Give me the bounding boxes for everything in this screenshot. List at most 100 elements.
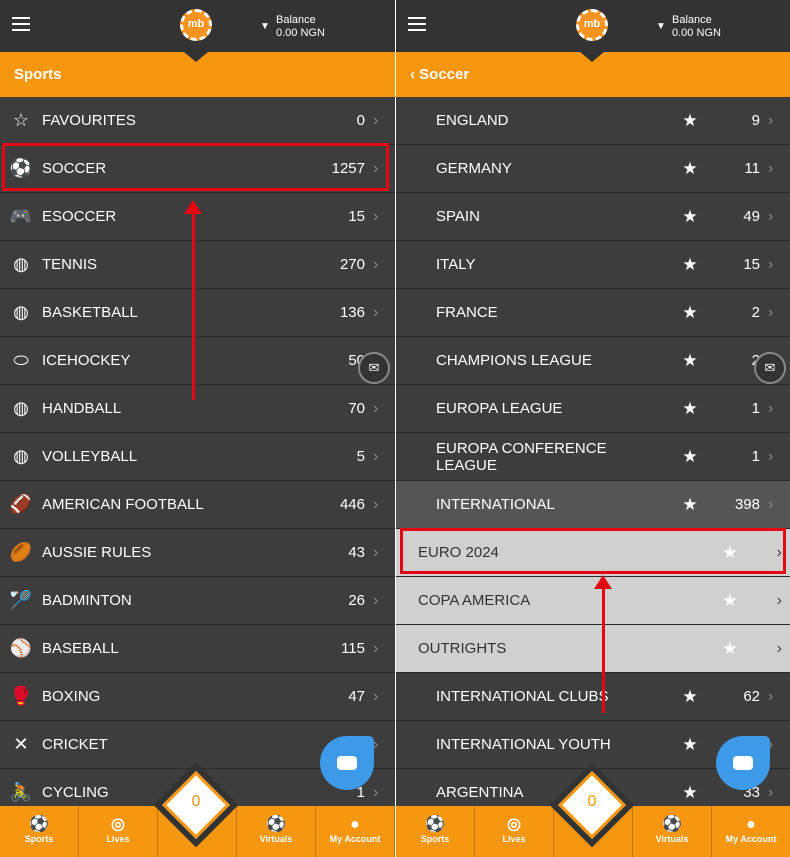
league-item-europa-conference-league[interactable]: EUROPA CONFERENCE LEAGUE ★ 1 › (396, 433, 790, 481)
sport-item-favourites[interactable]: ☆ FAVOURITES 0 › (0, 97, 395, 145)
sport-item-icehockey[interactable]: ⬭ICEHOCKEY50› (0, 337, 395, 385)
league-item-international[interactable]: INTERNATIONAL ★ 398 › (396, 481, 790, 529)
chevron-right-icon: › (373, 783, 379, 801)
favourite-star-icon[interactable]: ★ (660, 783, 720, 803)
favourite-star-icon[interactable]: ★ (700, 591, 760, 611)
logo[interactable]: mb (576, 9, 608, 41)
sport-item-american-football[interactable]: 🏈 AMERICAN FOOTBALL 446 › (0, 481, 395, 529)
league-item-outrights[interactable]: OUTRIGHTS ★ › (396, 625, 790, 673)
nav-virtuals[interactable]: ⚽ Virtuals (633, 806, 712, 857)
live-icon: ◎ (507, 816, 521, 833)
item-label: AMERICAN FOOTBALL (42, 496, 204, 513)
nav-virtuals[interactable]: ⚽ Virtuals (237, 806, 316, 857)
sport-item-baseball[interactable]: ⚾ BASEBALL 115 › (0, 625, 395, 673)
item-count: 26 (348, 592, 365, 609)
chevron-right-icon: › (768, 303, 774, 321)
favourite-star-icon[interactable]: ★ (700, 639, 760, 659)
nav-lives[interactable]: ◎ Lives (79, 806, 158, 857)
chevron-right-icon: › (768, 255, 774, 273)
league-item-champions-league[interactable]: CHAMPIONS LEAGUE★2› (396, 337, 790, 385)
star-outline-icon: ☆ (12, 110, 30, 130)
favourite-star-icon[interactable]: ★ (660, 159, 720, 179)
sport-item-aussie-rules[interactable]: 🏉 AUSSIE RULES 43 › (0, 529, 395, 577)
item-count: 43 (348, 544, 365, 561)
sport-item-handball[interactable]: ◍ HANDBALL 70 › (0, 385, 395, 433)
chevron-right-icon: › (373, 639, 379, 657)
favourite-star-icon[interactable]: ★ (660, 687, 720, 707)
chevron-right-icon: › (373, 447, 379, 465)
league-item-international-clubs[interactable]: INTERNATIONAL CLUBS ★ 62 › (396, 673, 790, 721)
chat-icon[interactable] (320, 736, 374, 790)
league-item-europa-league[interactable]: EUROPA LEAGUE ★ 1 › (396, 385, 790, 433)
item-count: 70 (348, 400, 365, 417)
nav-lives[interactable]: ◎ Lives (475, 806, 554, 857)
item-label: COPA AMERICA (418, 592, 531, 609)
live-icon: ◎ (111, 816, 125, 833)
nav-label: Sports (420, 834, 450, 844)
item-count: 62 (743, 688, 760, 705)
shuttlecock-icon: 🏸 (9, 590, 33, 610)
favourite-star-icon[interactable]: ★ (660, 399, 720, 419)
betslip-count: 0 (191, 793, 201, 810)
sport-item-basketball[interactable]: ◍ BASKETBALL 136 › (0, 289, 395, 337)
league-item-italy[interactable]: ITALY ★ 15 › (396, 241, 790, 289)
item-label: ENGLAND (436, 112, 509, 129)
item-label: EUROPA LEAGUE (436, 400, 563, 417)
nav-sports[interactable]: ⚽ Sports (396, 806, 475, 857)
league-item-france[interactable]: FRANCE ★ 2 › (396, 289, 790, 337)
chevron-right-icon: › (373, 255, 379, 273)
balance-toggle[interactable]: ▼ Balance 0.00 NGN (656, 14, 721, 40)
item-count: 136 (339, 304, 365, 321)
item-label: INTERNATIONAL YOUTH (436, 736, 611, 753)
back-icon[interactable]: ‹ (410, 66, 419, 83)
menu-icon[interactable] (12, 17, 30, 31)
favourite-star-icon[interactable]: ★ (660, 111, 720, 131)
nav-label: My Account (725, 834, 777, 844)
item-count: 1 (751, 400, 760, 417)
soccer-panel: mb ▼ Balance 0.00 NGN ‹ Soccer ENGLAND ★ 9 › GERM… (395, 0, 790, 857)
sport-item-boxing[interactable]: 🥊 BOXING 47 › (0, 673, 395, 721)
mail-icon[interactable]: ✉ (754, 352, 786, 384)
chevron-right-icon: › (776, 591, 782, 609)
nav-my-account[interactable]: ● My Account (712, 806, 790, 857)
cycling-icon: 🚴 (9, 782, 33, 802)
favourite-star-icon[interactable]: ★ (660, 303, 720, 323)
header-notch (184, 52, 208, 62)
league-item-germany[interactable]: GERMANY ★ 11 › (396, 145, 790, 193)
league-item-england[interactable]: ENGLAND ★ 9 › (396, 97, 790, 145)
favourite-star-icon[interactable]: ★ (660, 351, 720, 371)
chevron-right-icon: › (768, 399, 774, 417)
league-item-copa-america[interactable]: COPA AMERICA ★ › (396, 577, 790, 625)
sport-item-badminton[interactable]: 🏸 BADMINTON 26 › (0, 577, 395, 625)
balance-toggle[interactable]: ▼ Balance 0.00 NGN (260, 14, 325, 40)
chevron-right-icon: › (373, 687, 379, 705)
mail-icon[interactable]: ✉ (358, 352, 390, 384)
sport-item-tennis[interactable]: ◍ TENNIS 270 › (0, 241, 395, 289)
item-label: ARGENTINA (436, 784, 524, 801)
nav-my-account[interactable]: ● My Account (316, 806, 395, 857)
item-label: HANDBALL (42, 400, 122, 417)
favourite-star-icon[interactable]: ★ (660, 495, 720, 515)
item-label: OUTRIGHTS (418, 640, 507, 657)
sports-panel: mb ▼ Balance 0.00 NGN Sports ☆ FAVOURITES 0 › ⚽ SO… (0, 0, 395, 857)
sport-item-volleyball[interactable]: ◍ VOLLEYBALL 5 › (0, 433, 395, 481)
chevron-right-icon: › (373, 399, 379, 417)
favourite-star-icon[interactable]: ★ (660, 255, 720, 275)
item-count: 11 (744, 160, 760, 177)
favourite-star-icon[interactable]: ★ (660, 447, 720, 467)
aussie-rules-icon: 🏉 (9, 542, 33, 562)
nav-label: Lives (502, 834, 526, 844)
favourite-star-icon[interactable]: ★ (660, 735, 720, 755)
chat-icon[interactable] (716, 736, 770, 790)
soccer-ball-icon: ⚽ (425, 816, 445, 833)
nav-sports[interactable]: ⚽ Sports (0, 806, 79, 857)
nav-label: Virtuals (259, 834, 293, 844)
arrow-up (594, 575, 612, 713)
item-label: ICEHOCKEY (42, 352, 131, 369)
menu-icon[interactable] (408, 17, 426, 31)
league-item-spain[interactable]: SPAIN ★ 49 › (396, 193, 790, 241)
highlight-soccer (2, 143, 389, 191)
favourite-star-icon[interactable]: ★ (660, 207, 720, 227)
item-count: 446 (339, 496, 365, 513)
logo[interactable]: mb (180, 9, 212, 41)
